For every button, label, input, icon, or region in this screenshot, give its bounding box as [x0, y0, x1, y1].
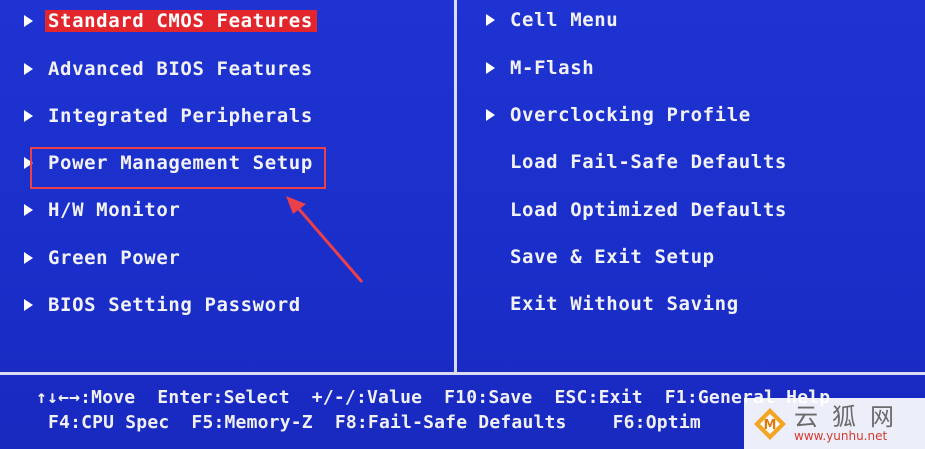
- footer-help-line-1: ↑↓←→:Move Enter:Select +/-/:Value F10:Sa…: [36, 386, 852, 408]
- annotation-arrow-icon: [286, 196, 364, 283]
- watermark-title: 云狐网: [794, 402, 908, 431]
- help-move: ↑↓←→:Move: [36, 386, 136, 408]
- help-save: F10:Save: [444, 386, 533, 408]
- help-value: +/-/:Value: [311, 386, 423, 408]
- watermark: M 云狐网 www.yunhu.net: [744, 398, 925, 449]
- help-fail-safe: F8:Fail-Safe Defaults: [334, 411, 567, 433]
- help-exit: ESC:Exit: [554, 386, 643, 408]
- bios-screen: Standard CMOS Features Advanced BIOS Fea…: [0, 0, 925, 449]
- help-memory-z: F5:Memory-Z: [191, 411, 313, 433]
- watermark-url: www.yunhu.net: [794, 428, 888, 443]
- svg-text:M: M: [764, 418, 777, 433]
- help-optimized: F6:Optim: [612, 411, 701, 433]
- help-select: Enter:Select: [157, 386, 290, 408]
- footer-help-line-2: F4:CPU Spec F5:Memory-Z F8:Fail-Safe Def…: [48, 411, 723, 433]
- help-cpu-spec: F4:CPU Spec: [48, 411, 170, 433]
- yunhu-logo-icon: M: [752, 406, 788, 442]
